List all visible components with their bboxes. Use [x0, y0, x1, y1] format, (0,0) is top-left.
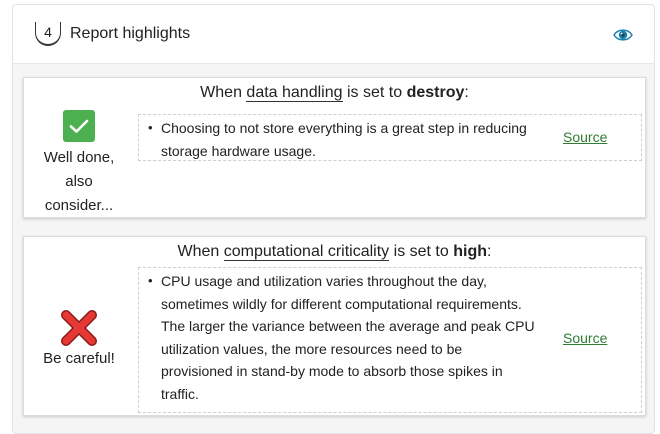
heading-prefix: When	[177, 243, 220, 260]
eye-icon[interactable]	[613, 27, 633, 43]
verdict-label: consider...	[44, 197, 114, 214]
setting-value: high	[453, 243, 487, 260]
source-link[interactable]: Source	[563, 129, 607, 145]
verdict-success: Well done, also consider...	[24, 110, 134, 218]
setting-term: computational criticality	[223, 243, 390, 261]
verdict-label: also	[65, 173, 93, 190]
verdict-label: Be careful!	[43, 350, 115, 367]
tip-box: Choosing to not store everything is a gr…	[138, 114, 642, 161]
highlight-card: When data handling is set to destroy: We…	[23, 77, 646, 218]
highlight-heading: When data handling is set to destroy:	[24, 84, 645, 102]
source-link[interactable]: Source	[563, 330, 607, 346]
verdict-label: Well done,	[43, 149, 115, 166]
setting-term: data handling	[246, 84, 343, 102]
step-number-badge: 4	[35, 22, 61, 46]
heading-middle: is set to	[346, 84, 403, 101]
heading-prefix: When	[200, 84, 242, 101]
highlight-heading: When computational criticality is set to…	[24, 243, 645, 261]
checkmark-icon	[63, 110, 95, 142]
tip-box: CPU usage and utilization varies through…	[138, 267, 642, 413]
setting-value: destroy	[406, 84, 465, 101]
panel-title: Report highlights	[70, 25, 191, 42]
panel-header: 4 Report highlights	[13, 5, 654, 64]
highlight-card: When computational criticality is set to…	[23, 236, 646, 416]
heading-suffix: :	[464, 84, 469, 101]
heading-middle: is set to	[393, 243, 449, 260]
tip-item: CPU usage and utilization varies through…	[148, 270, 537, 405]
verdict-warning: Be careful!	[24, 309, 134, 371]
heading-suffix: :	[487, 243, 492, 260]
report-highlights-panel: 4 Report highlights When data handling i…	[12, 4, 655, 434]
tip-item: Choosing to not store everything is a gr…	[148, 117, 537, 162]
cross-icon	[61, 310, 97, 346]
